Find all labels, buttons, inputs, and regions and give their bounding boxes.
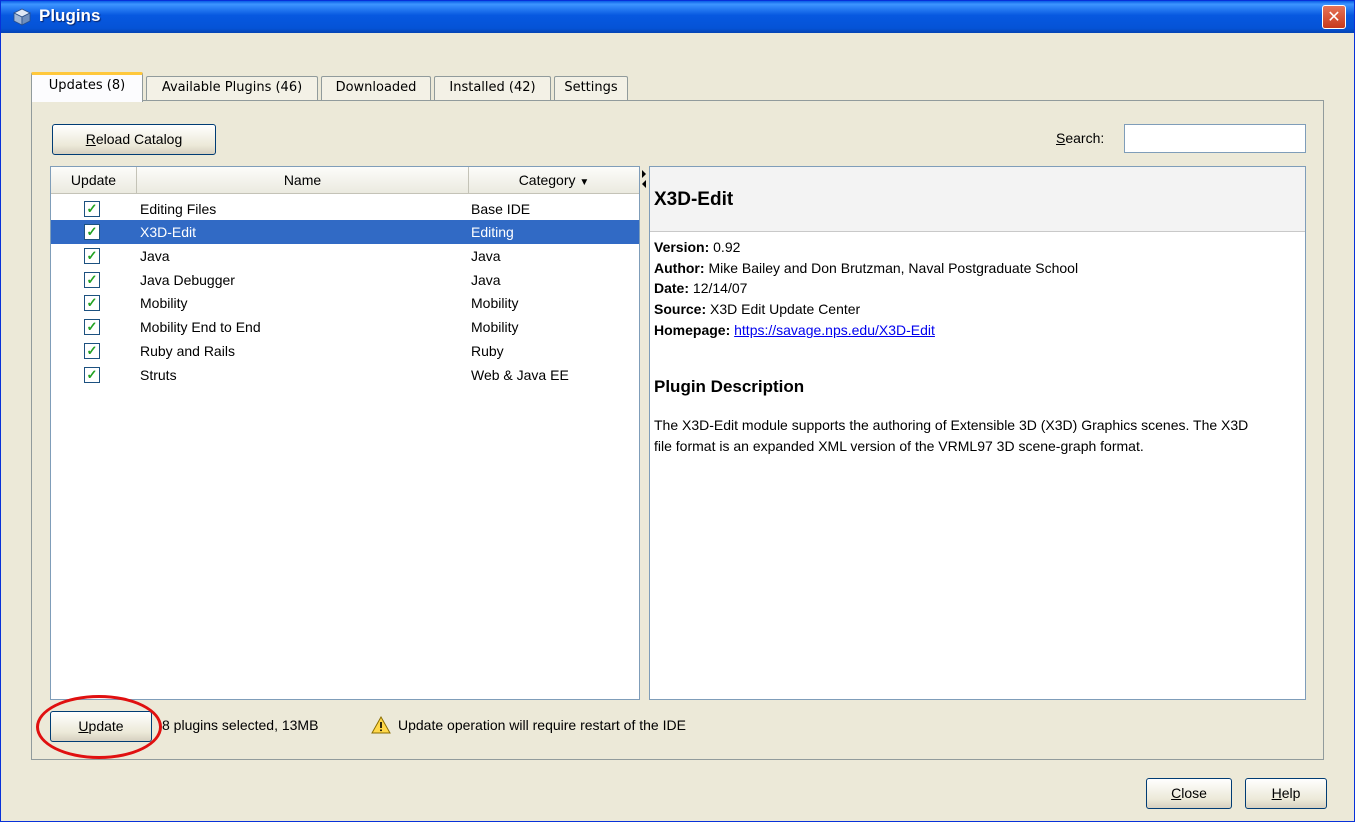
plugin-category: Web & Java EE [471,367,569,383]
plugin-category: Mobility [471,295,519,311]
update-button[interactable]: Update [50,711,152,742]
details-header: X3D-Edit [650,167,1305,232]
update-checkbox[interactable]: ✓ [84,343,100,359]
update-checkbox[interactable]: ✓ [84,224,100,240]
plugin-category: Base IDE [471,201,531,217]
table-row[interactable]: ✓ Ruby and Rails Ruby [51,339,639,363]
sort-descending-icon: ▼ [579,177,590,188]
window-title: Plugins [39,6,101,25]
close-button[interactable]: Close [1146,778,1232,809]
update-checkbox[interactable]: ✓ [84,201,100,217]
warning-icon [371,716,391,734]
table-header: Update Name Category ▼ [51,167,639,194]
tab-installed[interactable]: Installed (42) [434,76,551,100]
plugin-title: X3D-Edit [654,189,734,210]
column-header-name[interactable]: Name [137,167,469,194]
update-checkbox[interactable]: ✓ [84,319,100,335]
tab-available-plugins[interactable]: Available Plugins (46) [146,76,318,100]
restart-warning: Update operation will require restart of… [398,717,686,733]
title-bar[interactable]: Plugins ✕ [1,1,1354,33]
plugin-name: Mobility End to End [140,319,261,335]
update-checkbox[interactable]: ✓ [84,248,100,264]
reload-catalog-button[interactable]: Reload Catalog [52,124,216,155]
date-line: Date: 12/14/07 [654,280,748,296]
selection-status: 8 plugins selected, 13MB [162,717,319,733]
plugin-category: Editing [471,224,514,240]
update-checkbox[interactable]: ✓ [84,295,100,311]
tab-downloaded[interactable]: Downloaded [321,76,431,100]
homepage-link[interactable]: https://savage.nps.edu/X3D-Edit [734,322,935,338]
version-line: Version: 0.92 [654,239,741,255]
plugin-category: Ruby [471,343,504,359]
column-header-category[interactable]: Category ▼ [469,167,639,194]
update-checkbox[interactable]: ✓ [84,367,100,383]
search-label: Search: [1056,130,1105,146]
window-close-button[interactable]: ✕ [1322,5,1346,29]
split-pane-divider[interactable] [641,166,649,700]
search-input[interactable] [1124,124,1306,153]
source-line: Source: X3D Edit Update Center [654,301,861,317]
description-text: The X3D-Edit module supports the authori… [654,417,1249,454]
table-row[interactable]: ✓ Editing Files Base IDE [51,197,639,221]
plugin-name: Editing Files [140,201,217,217]
description-heading: Plugin Description [654,377,805,396]
column-header-update[interactable]: Update [51,167,137,194]
plugin-name: Java [140,248,170,264]
help-button[interactable]: Help [1245,778,1327,809]
homepage-line: Homepage: https://savage.nps.edu/X3D-Edi… [654,322,935,338]
plugin-name: Struts [140,367,177,383]
plugin-name: Java Debugger [140,272,235,288]
plugin-name: Mobility [140,295,188,311]
plugin-name: Ruby and Rails [140,343,235,359]
table-row[interactable]: ✓ Java Debugger Java [51,268,639,292]
plugin-details-pane: X3D-Edit Version: 0.92 Author: Mike Bail… [649,166,1306,700]
tab-updates[interactable]: Updates (8) [31,72,143,102]
table-row[interactable]: ✓ Mobility End to End Mobility [51,315,639,339]
plugin-category: Java [471,272,501,288]
plugin-category: Java [471,248,501,264]
update-checkbox[interactable]: ✓ [84,272,100,288]
tab-settings[interactable]: Settings [554,76,628,100]
plugin-category: Mobility [471,319,519,335]
table-row[interactable]: ✓ Struts Web & Java EE [51,363,639,387]
table-row[interactable]: ✓ Java Java [51,244,639,268]
author-line: Author: Mike Bailey and Don Brutzman, Na… [654,260,1079,276]
plugins-table: Update Name Category ▼ ✓ Editing Files B… [50,166,640,700]
table-row[interactable]: ✓ Mobility Mobility [51,291,639,315]
plugin-cube-icon [13,8,31,26]
plugin-name: X3D-Edit [140,224,197,240]
table-row[interactable]: ✓ X3D-Edit Editing [51,220,639,244]
